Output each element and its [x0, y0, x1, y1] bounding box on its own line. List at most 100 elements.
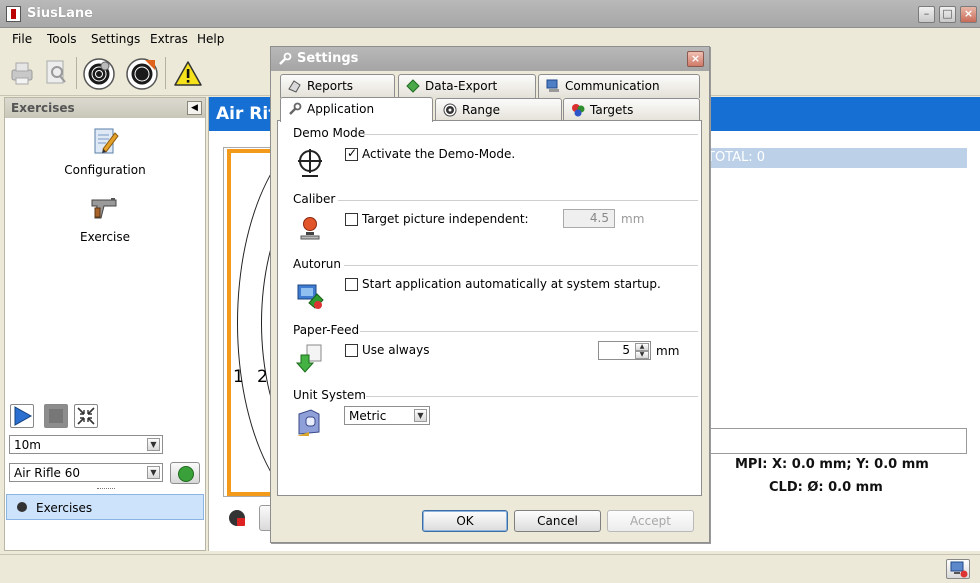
score-total-label: TOTAL: 0 [707, 150, 766, 165]
ring-number: 2 [257, 367, 268, 387]
paper-feed-checkbox[interactable] [345, 344, 358, 357]
exercises-panel-title: Exercises [11, 101, 75, 115]
cancel-button[interactable]: Cancel [514, 510, 601, 532]
settings-dialog-title: Settings [297, 51, 359, 66]
refresh-button[interactable] [170, 462, 200, 484]
settings-dialog-title-bar: Settings × [271, 47, 709, 71]
data-export-icon [406, 79, 420, 93]
caliber-checkbox[interactable] [345, 213, 358, 226]
section-divider [360, 331, 698, 332]
computer-status-icon [950, 561, 968, 578]
maximize-button[interactable]: □ [939, 6, 956, 23]
settings-dialog: Settings × Reports Data-Export Communica… [270, 46, 710, 543]
minimize-button[interactable]: – [918, 6, 935, 23]
target-shot-icon [126, 58, 158, 90]
connection-status-button[interactable] [946, 559, 970, 579]
air-pistol-icon [91, 198, 117, 219]
exercises-panel: Exercises ◀ Configuration Exercise 10m ▼… [4, 97, 206, 551]
bullet-caliber-icon [300, 217, 320, 240]
tab-targets[interactable]: Targets [563, 98, 700, 122]
tab-application[interactable]: Application [280, 97, 433, 122]
play-button[interactable] [10, 404, 34, 428]
tab-communication[interactable]: Communication [538, 74, 700, 98]
tab-targets-label: Targets [590, 103, 634, 117]
unit-system-value: Metric [349, 409, 387, 423]
paper-feed-spinner[interactable]: 5 ▲ ▼ [598, 341, 651, 360]
ok-button[interactable]: OK [422, 510, 508, 532]
wrench-icon [279, 52, 292, 65]
menu-settings[interactable]: Settings [91, 32, 140, 46]
shot-delete-icon[interactable] [229, 510, 245, 526]
menu-help[interactable]: Help [197, 32, 224, 46]
printer-icon [11, 62, 33, 85]
target-shot-button[interactable] [124, 54, 160, 92]
score-field[interactable] [700, 428, 967, 454]
warning-button[interactable] [170, 54, 206, 92]
nav-exercise-label: Exercise [80, 230, 130, 244]
stop-button[interactable] [44, 404, 68, 428]
tab-range-label: Range [462, 103, 501, 117]
tab-reports[interactable]: Reports [280, 74, 395, 98]
paper-feed-unit: mm [656, 344, 680, 358]
exercises-tab[interactable]: Exercises [6, 494, 204, 520]
program-select[interactable]: Air Rifle 60 ▼ [9, 463, 163, 482]
fullscreen-button[interactable] [74, 404, 98, 428]
print-button[interactable] [4, 54, 40, 92]
spinner-up-icon[interactable]: ▲ [635, 343, 649, 351]
paper-feed-label: Use always [362, 343, 430, 357]
paper-feed-value: 5 [622, 343, 630, 357]
accept-button[interactable]: Accept [607, 510, 694, 532]
spinner-down-icon[interactable]: ▼ [635, 351, 649, 359]
nav-configuration[interactable]: Configuration [60, 125, 150, 177]
unit-system-select[interactable]: Metric ▼ [344, 406, 430, 425]
app-title: SiusLane [27, 6, 93, 21]
menu-extras[interactable]: Extras [150, 32, 188, 46]
menu-tools[interactable]: Tools [47, 32, 77, 46]
collapse-arrows-icon [77, 407, 95, 425]
main-title-bar: SiusLane – □ × [0, 0, 980, 28]
stop-icon [49, 409, 63, 423]
close-button[interactable]: × [960, 6, 977, 23]
exercises-tab-label: Exercises [36, 501, 93, 515]
tab-data-export-label: Data-Export [425, 79, 498, 93]
dialog-close-button[interactable]: × [687, 51, 704, 67]
print-preview-icon [46, 60, 66, 84]
control-buttons [9, 404, 205, 430]
toolbar-separator [76, 57, 77, 89]
target-button[interactable] [81, 54, 117, 92]
demo-mode-checkbox[interactable] [345, 146, 358, 161]
tab-data-export[interactable]: Data-Export [398, 74, 536, 98]
section-divider [344, 265, 698, 266]
unit-system-icon [297, 409, 320, 436]
reports-icon [288, 80, 301, 93]
tab-application-label: Application [307, 102, 375, 116]
tab-range[interactable]: Range [435, 98, 562, 122]
collapse-panel-button[interactable]: ◀ [187, 101, 202, 115]
nav-exercise[interactable]: Exercise [60, 192, 150, 244]
distance-select[interactable]: 10m ▼ [9, 435, 163, 454]
range-icon [443, 103, 457, 117]
communication-icon [546, 79, 559, 92]
caliber-label: Target picture independent: [362, 212, 529, 226]
menu-file[interactable]: File [12, 32, 32, 46]
splitter-grip[interactable] [97, 488, 115, 490]
play-icon [14, 406, 33, 426]
autorun-checkbox[interactable] [345, 278, 358, 291]
caliber-input[interactable]: 4.5 [563, 209, 615, 228]
unit-system-title: Unit System [293, 388, 366, 402]
paper-feed-title: Paper-Feed [293, 323, 360, 337]
autorun-title: Autorun [293, 257, 342, 271]
chevron-down-icon: ▼ [147, 466, 160, 479]
program-select-value: Air Rifle 60 [14, 466, 80, 480]
nav-configuration-label: Configuration [64, 163, 146, 177]
autorun-icon [297, 284, 324, 309]
application-settings-panel: Demo Mode Activate the Demo-Mode. Calibe… [277, 120, 702, 496]
caliber-unit: mm [621, 212, 645, 226]
chevron-down-icon: ▼ [414, 409, 427, 422]
exercises-panel-header: Exercises ◀ [5, 98, 205, 118]
app-icon [6, 6, 21, 22]
notepad-pencil-icon [94, 128, 119, 154]
section-divider [366, 396, 698, 397]
print-preview-button[interactable] [38, 54, 74, 92]
targets-icon [572, 104, 585, 117]
